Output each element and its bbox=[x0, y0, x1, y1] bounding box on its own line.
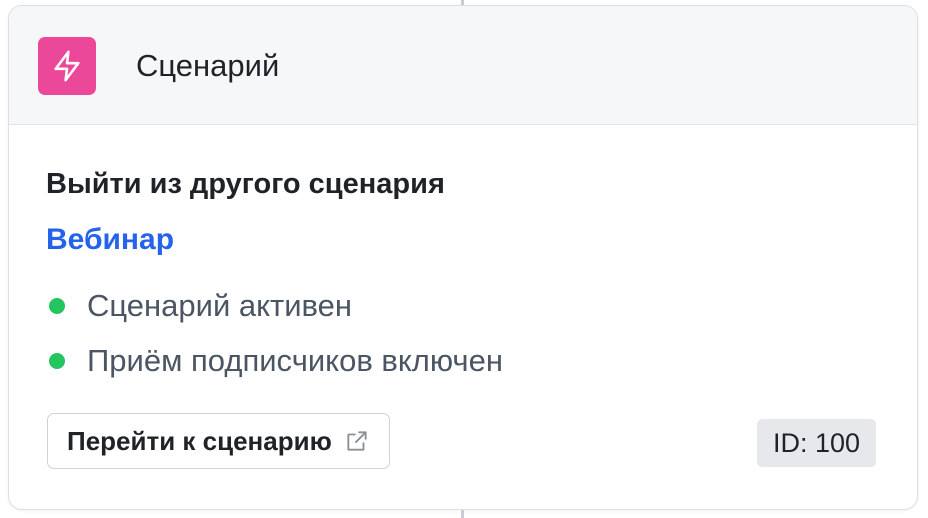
status-dot-icon bbox=[49, 353, 65, 369]
action-title: Выйти из другого сценария bbox=[46, 168, 445, 200]
goto-scenario-label: Перейти к сценарию bbox=[67, 425, 332, 456]
status-subscribers-enabled: Приём подписчиков включен bbox=[46, 343, 503, 379]
scenario-link[interactable]: Вебинар bbox=[46, 223, 174, 257]
flow-connector-bottom bbox=[461, 510, 464, 518]
card-title: Сценарий bbox=[136, 48, 280, 83]
external-link-icon bbox=[344, 428, 370, 454]
status-dot-icon bbox=[49, 298, 65, 314]
lightning-bolt-icon bbox=[38, 37, 96, 95]
status-label: Сценарий активен bbox=[87, 288, 353, 323]
status-label: Приём подписчиков включен bbox=[87, 343, 503, 378]
status-scenario-active: Сценарий активен bbox=[46, 288, 352, 324]
goto-scenario-button[interactable]: Перейти к сценарию bbox=[47, 413, 390, 469]
id-badge: ID: 100 bbox=[757, 419, 877, 467]
card-header: Сценарий bbox=[9, 6, 917, 125]
scenario-action-card[interactable]: Сценарий Выйти из другого сценария Вебин… bbox=[8, 5, 918, 510]
